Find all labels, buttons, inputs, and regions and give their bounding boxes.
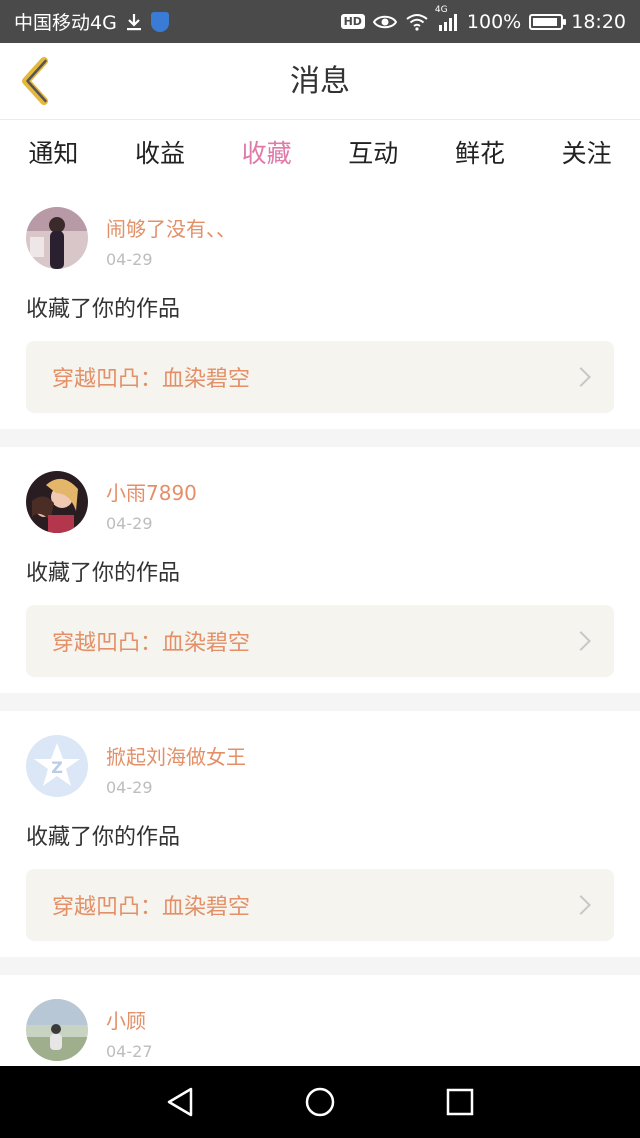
app-header: 消息 (0, 43, 640, 120)
chevron-right-icon (571, 631, 591, 651)
action-text: 收藏了你的作品 (26, 825, 181, 850)
message-date: 04-29 (106, 514, 153, 533)
avatar[interactable] (26, 999, 88, 1061)
message-date: 04-27 (106, 1042, 153, 1061)
tab-interactions[interactable]: 互动 (342, 130, 404, 174)
message-date: 04-29 (106, 778, 153, 797)
tab-flowers[interactable]: 鲜花 (449, 130, 511, 174)
battery-icon (529, 13, 567, 30)
message-item: 小雨7890 04-29 收藏了你的作品 穿越凹凸：血染碧空 (0, 447, 640, 693)
username[interactable]: 闹够了没有、、 (106, 213, 236, 242)
page-title: 消息 (290, 64, 350, 99)
shield-icon (150, 11, 169, 32)
system-nav-bar (0, 1066, 640, 1138)
action-text: 收藏了你的作品 (26, 561, 181, 586)
tab-notifications[interactable]: 通知 (22, 130, 84, 174)
work-link[interactable]: 穿越凹凸：血染碧空 (26, 341, 614, 413)
network-type-text: 4G (434, 4, 448, 15)
work-link[interactable]: 穿越凹凸：血染碧空 (26, 605, 614, 677)
nav-home-button[interactable] (300, 1082, 340, 1122)
square-recents-icon (446, 1088, 474, 1116)
message-item: 闹够了没有、、 04-29 收藏了你的作品 穿越凹凸：血染碧空 (0, 183, 640, 429)
work-title: 穿越凹凸：血染碧空 (52, 631, 251, 656)
tab-follows[interactable]: 关注 (556, 130, 618, 174)
hd-badge: HD (340, 14, 365, 29)
username[interactable]: 小顾 (106, 1005, 153, 1034)
download-icon (125, 12, 143, 32)
message-date: 04-29 (106, 250, 153, 269)
carrier-text: 中国移动4G (14, 12, 117, 34)
divider (0, 957, 640, 975)
wifi-icon (405, 13, 429, 31)
status-bar: 中国移动4G HD 4G 100% 18:20 (0, 0, 640, 43)
action-text: 收藏了你的作品 (26, 297, 181, 322)
triangle-back-icon (167, 1087, 193, 1117)
work-link[interactable]: 穿越凹凸：血染碧空 (26, 869, 614, 941)
chevron-right-icon (571, 895, 591, 915)
avatar[interactable] (26, 471, 88, 533)
divider (0, 693, 640, 711)
avatar[interactable] (26, 207, 88, 269)
battery-percent: 100% (466, 10, 522, 33)
username[interactable]: 小雨7890 (106, 477, 197, 506)
tab-earnings[interactable]: 收益 (129, 130, 191, 174)
work-title: 穿越凹凸：血染碧空 (52, 895, 251, 920)
message-item: Z 掀起刘海做女王 04-29 收藏了你的作品 穿越凹凸：血染碧空 (0, 711, 640, 957)
tab-favorites[interactable]: 收藏 (236, 130, 298, 174)
divider (0, 429, 640, 447)
eye-icon (372, 14, 397, 30)
username[interactable]: 掀起刘海做女王 (106, 741, 246, 770)
nav-recents-button[interactable] (440, 1082, 480, 1122)
chevron-right-icon (571, 367, 591, 387)
avatar[interactable]: Z (26, 735, 88, 797)
nav-back-button[interactable] (160, 1082, 200, 1122)
clock-text: 18:20 (571, 10, 626, 33)
svg-text:Z: Z (51, 758, 63, 777)
circle-home-icon (305, 1087, 335, 1117)
signal-icon: 4G (435, 5, 459, 31)
work-title: 穿越凹凸：血染碧空 (52, 367, 251, 392)
tab-bar: 通知 收益 收藏 互动 鲜花 关注 (0, 121, 640, 183)
message-list: 闹够了没有、、 04-29 收藏了你的作品 穿越凹凸：血染碧空 小雨7890 0… (0, 183, 640, 1095)
